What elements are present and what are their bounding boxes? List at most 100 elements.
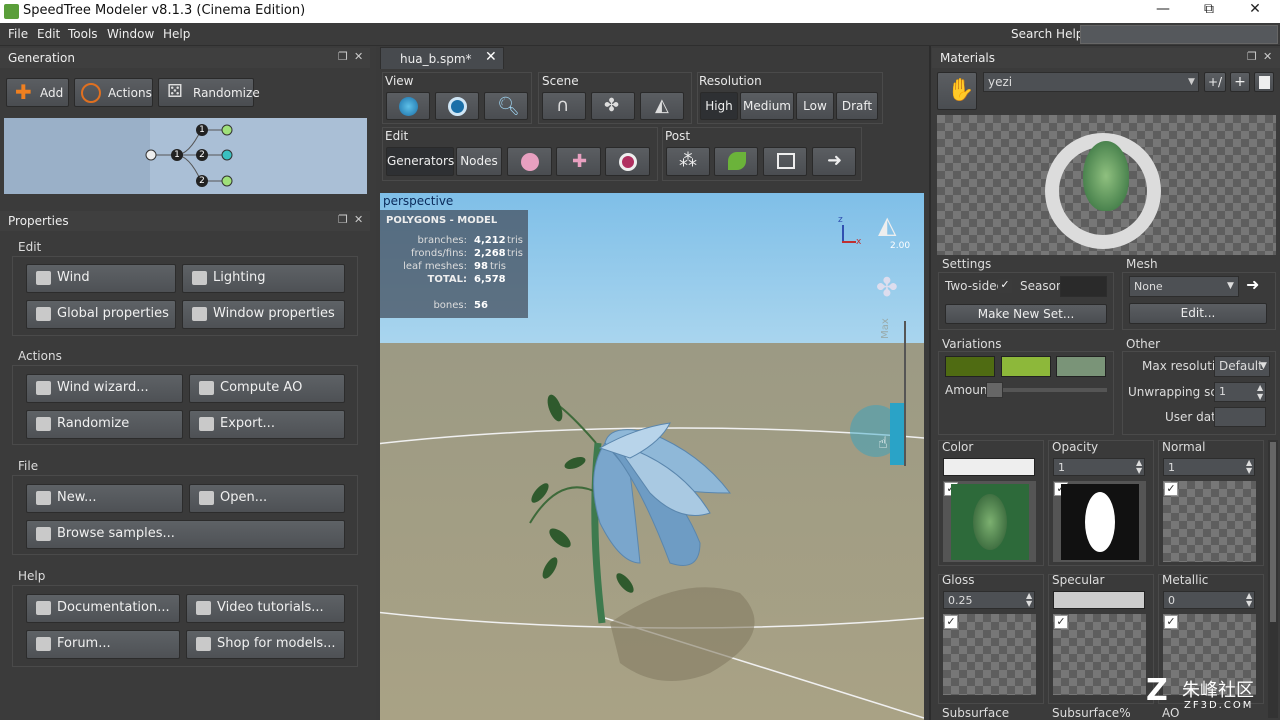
gloss-map-checkbox[interactable]: ✓ bbox=[944, 615, 958, 629]
add-button[interactable]: ✚ Add bbox=[6, 78, 69, 107]
material-preview[interactable] bbox=[937, 115, 1276, 255]
wind-wizard-button[interactable]: Wind wizard... bbox=[26, 374, 183, 403]
new-file-button[interactable]: New... bbox=[26, 484, 183, 513]
close-icon[interactable]: ✕ bbox=[1263, 50, 1272, 63]
resolution-draft-button[interactable]: Draft bbox=[836, 92, 878, 120]
shop-button[interactable]: Shop for models... bbox=[186, 630, 345, 659]
actions-button[interactable]: Actions bbox=[74, 78, 153, 107]
edit-tool-1-button[interactable] bbox=[507, 147, 552, 176]
compute-ao-button[interactable]: Compute AO bbox=[189, 374, 345, 403]
resolution-high-button[interactable]: High bbox=[700, 92, 738, 120]
arrow-right-icon[interactable]: ➜ bbox=[1246, 275, 1259, 294]
unwrapping-scale-input[interactable]: 1 ▲ ▼ bbox=[1214, 382, 1266, 402]
variation-color-1[interactable] bbox=[945, 356, 995, 377]
float-icon[interactable]: ❐ bbox=[1247, 50, 1257, 63]
menu-file[interactable]: File bbox=[8, 27, 28, 41]
graph-node-leaf[interactable] bbox=[221, 175, 233, 187]
graph-node-root[interactable] bbox=[145, 149, 157, 161]
opacity-input[interactable]: 1 ▲ ▼ bbox=[1053, 458, 1145, 476]
wind-strength-track[interactable] bbox=[904, 321, 906, 466]
close-window-button[interactable]: ✕ bbox=[1235, 1, 1275, 21]
resolution-medium-button[interactable]: Medium bbox=[740, 92, 794, 120]
scene-magnet-button[interactable]: ∩ bbox=[542, 92, 586, 120]
spinner-icon[interactable]: ▲ ▼ bbox=[1246, 592, 1252, 608]
graph-node-branch[interactable]: 1 bbox=[171, 149, 183, 161]
global-properties-button[interactable]: Global properties bbox=[26, 300, 176, 329]
scene-lamp-button[interactable]: ◭ bbox=[640, 92, 684, 120]
graph-node-branch[interactable]: 1 bbox=[196, 124, 208, 136]
post-next-button[interactable]: ➜ bbox=[812, 147, 856, 176]
view-orbit-button[interactable] bbox=[435, 92, 479, 120]
export-button[interactable]: Export... bbox=[189, 410, 345, 439]
float-icon[interactable]: ❐ bbox=[338, 50, 348, 63]
pan-hand-button[interactable]: ✋ bbox=[937, 72, 977, 110]
amount-slider-track[interactable] bbox=[986, 388, 1107, 392]
variation-color-2[interactable] bbox=[1001, 356, 1051, 377]
normal-input[interactable]: 1 ▲ ▼ bbox=[1163, 458, 1255, 476]
metallic-map-checkbox[interactable]: ✓ bbox=[1164, 615, 1178, 629]
edit-tool-3-button[interactable] bbox=[605, 147, 650, 176]
two-sided-checkbox[interactable]: ✓ bbox=[998, 279, 1012, 293]
edit-tool-2-button[interactable]: ✚ bbox=[556, 147, 601, 176]
graph-node-branch[interactable]: 2 bbox=[196, 175, 208, 187]
clipboard-button[interactable] bbox=[1254, 72, 1274, 92]
wind-fan-icon[interactable]: ✤ bbox=[876, 273, 898, 303]
randomize-action-button[interactable]: Randomize bbox=[26, 410, 183, 439]
color-swatch[interactable] bbox=[943, 458, 1035, 476]
specular-swatch[interactable] bbox=[1053, 591, 1145, 609]
post-tool-1-button[interactable]: ⁂ bbox=[666, 147, 710, 176]
close-tab-icon[interactable]: ✕ bbox=[485, 49, 497, 65]
graph-node-frond[interactable] bbox=[221, 149, 233, 161]
open-file-button[interactable]: Open... bbox=[189, 484, 345, 513]
user-data-input[interactable] bbox=[1214, 407, 1266, 427]
season-field[interactable] bbox=[1060, 276, 1107, 297]
material-select[interactable]: yezi ▼ bbox=[983, 72, 1199, 92]
generation-graph[interactable]: 1 1 2 2 bbox=[4, 118, 367, 194]
spinner-icon[interactable]: ▲ ▼ bbox=[1136, 459, 1142, 475]
spinner-icon[interactable]: ▲ ▼ bbox=[1257, 383, 1263, 401]
spinner-icon[interactable]: ▲ ▼ bbox=[1026, 592, 1032, 608]
gloss-texture-slot[interactable]: ✓ bbox=[943, 614, 1036, 695]
make-new-set-button[interactable]: Make New Set... bbox=[945, 304, 1107, 324]
wind-strength-slider[interactable] bbox=[890, 403, 904, 465]
menu-help[interactable]: Help bbox=[163, 27, 190, 41]
swap-material-button[interactable]: +/ bbox=[1204, 72, 1226, 92]
float-icon[interactable]: ❐ bbox=[338, 213, 348, 226]
amount-slider-thumb[interactable] bbox=[986, 382, 1003, 398]
randomize-button[interactable]: ⚄ Randomize bbox=[158, 78, 260, 107]
specular-map-checkbox[interactable]: ✓ bbox=[1054, 615, 1068, 629]
normal-map-checkbox[interactable]: ✓ bbox=[1164, 482, 1178, 496]
close-icon[interactable]: ✕ bbox=[354, 50, 363, 63]
opacity-texture-slot[interactable]: ✓ bbox=[1053, 481, 1146, 562]
post-tool-2-button[interactable] bbox=[714, 147, 758, 176]
mesh-select[interactable]: None ▼ bbox=[1129, 276, 1239, 297]
menu-window[interactable]: Window bbox=[107, 27, 154, 41]
graph-node-leaf[interactable] bbox=[221, 124, 233, 136]
document-tab[interactable]: hua_b.spm* ✕ bbox=[380, 47, 504, 69]
documentation-button[interactable]: Documentation... bbox=[26, 594, 180, 623]
maximize-button[interactable]: ⧉ bbox=[1189, 1, 1229, 21]
light-icon[interactable]: ◭ bbox=[878, 211, 896, 239]
color-texture-slot[interactable]: ✓ bbox=[943, 481, 1036, 562]
resolution-low-button[interactable]: Low bbox=[796, 92, 834, 120]
3d-viewport[interactable]: perspective POLYGONS - MODEL branches: 4… bbox=[380, 193, 924, 720]
lighting-button[interactable]: Lighting bbox=[182, 264, 345, 293]
mesh-edit-button[interactable]: Edit... bbox=[1129, 303, 1267, 324]
post-tool-3-button[interactable] bbox=[763, 147, 807, 176]
gloss-input[interactable]: 0.25 ▲ ▼ bbox=[943, 591, 1035, 609]
materials-scrollbar-thumb[interactable] bbox=[1270, 442, 1276, 622]
max-resolution-select[interactable]: Default ▼ bbox=[1214, 356, 1270, 377]
minimize-button[interactable]: — bbox=[1143, 1, 1183, 21]
add-material-button[interactable]: + bbox=[1230, 72, 1250, 92]
video-tutorials-button[interactable]: Video tutorials... bbox=[186, 594, 345, 623]
menu-edit[interactable]: Edit bbox=[37, 27, 60, 41]
metallic-input[interactable]: 0 ▲ ▼ bbox=[1163, 591, 1255, 609]
graph-node-branch[interactable]: 2 bbox=[196, 149, 208, 161]
scene-fan-button[interactable]: ✤ bbox=[591, 92, 635, 120]
window-properties-button[interactable]: Window properties bbox=[182, 300, 345, 329]
spinner-icon[interactable]: ▲ ▼ bbox=[1246, 459, 1252, 475]
camera-mode-label[interactable]: perspective bbox=[383, 194, 453, 208]
forum-button[interactable]: Forum... bbox=[26, 630, 180, 659]
nodes-mode-button[interactable]: Nodes bbox=[456, 147, 502, 176]
browse-samples-button[interactable]: Browse samples... bbox=[26, 520, 345, 549]
